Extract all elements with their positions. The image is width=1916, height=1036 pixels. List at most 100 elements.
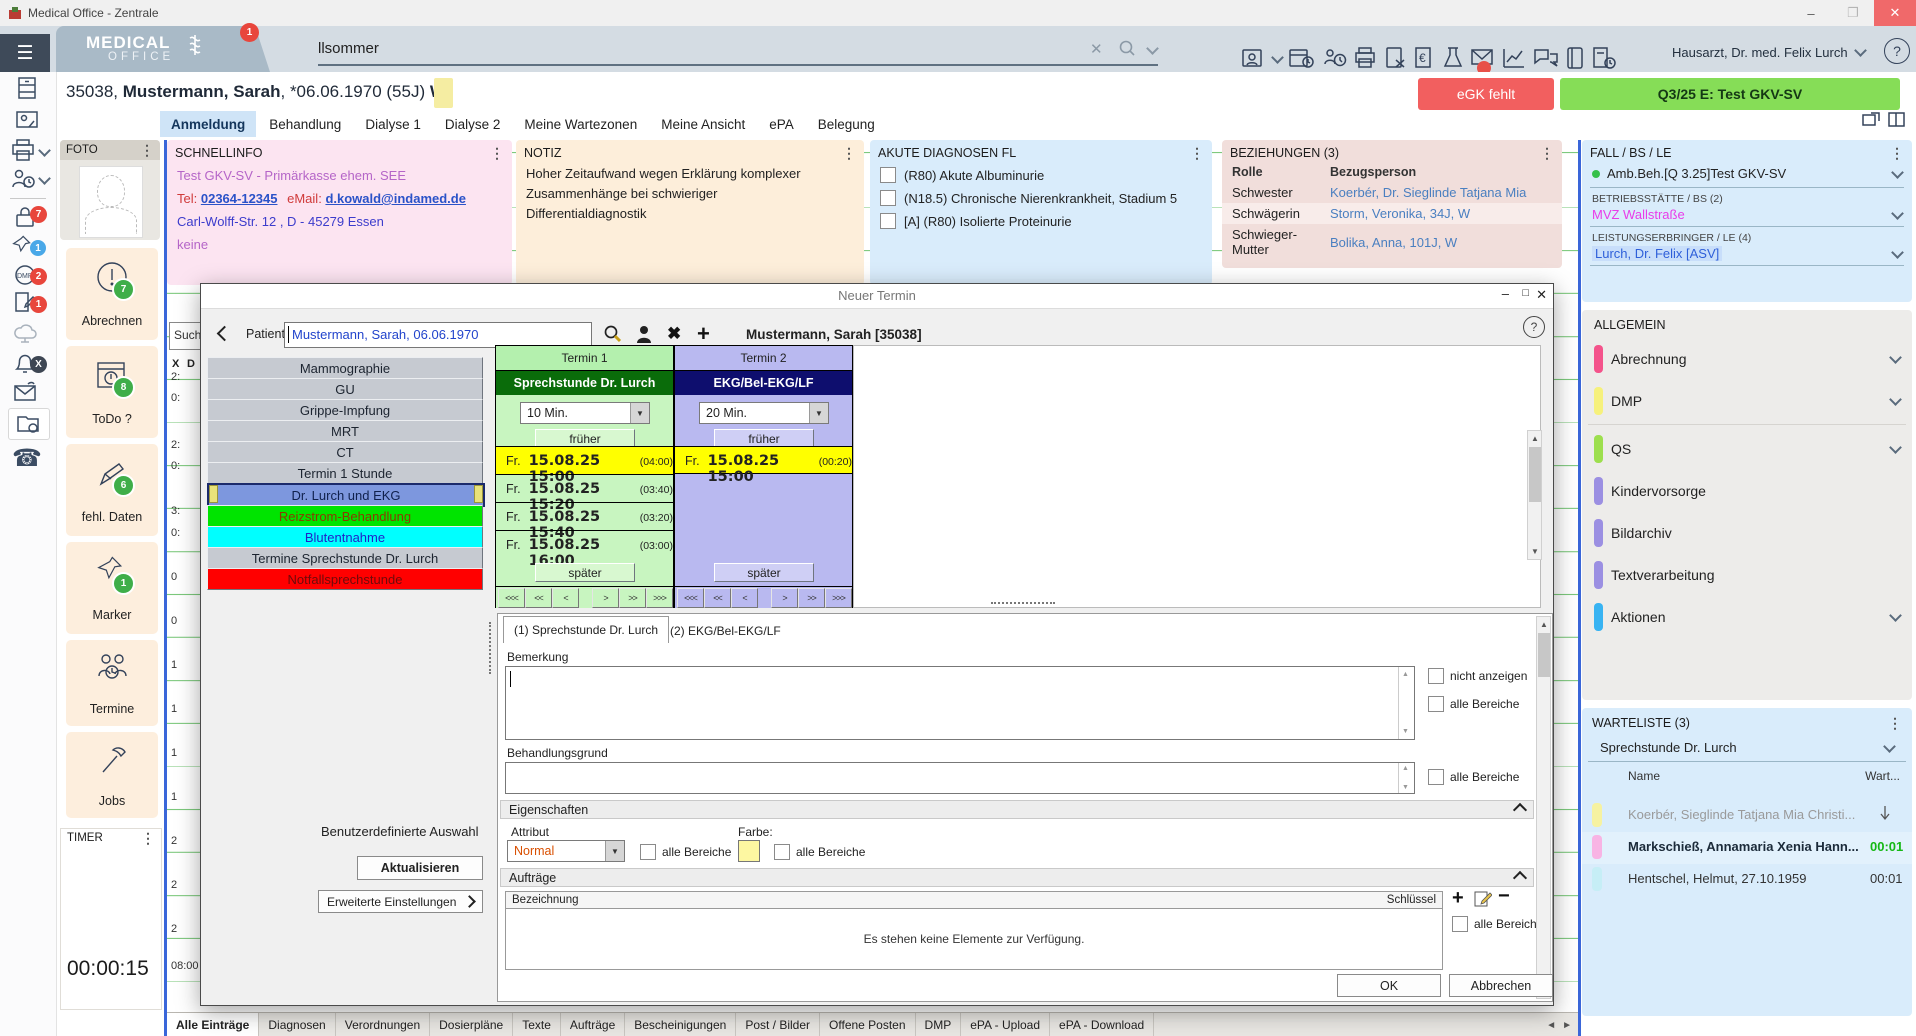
type-grippe-impfung[interactable]: Grippe-Impfung [207, 399, 483, 421]
patient-window-icon[interactable] [1242, 47, 1266, 72]
termin1-slot[interactable]: Fr.15.08.25 15:20(03:40) [496, 474, 673, 502]
dialog-search-icon[interactable] [603, 324, 623, 347]
phone-icon[interactable]: ☎ [12, 444, 38, 473]
cancel-button[interactable]: Abbrechen [1449, 974, 1553, 997]
detail-pane-scrollbar[interactable]: ▲ ▼ [1536, 616, 1551, 999]
termin2-later-button[interactable]: später [714, 563, 814, 582]
bottom-tab-auftraege[interactable]: Aufträge [561, 1013, 625, 1036]
alle-bereiche-option-4[interactable]: alle Bereiche [774, 844, 865, 860]
patient-marker-chip[interactable] [434, 78, 453, 108]
prescription-icon[interactable] [1386, 46, 1408, 73]
alle-bereiche-checkbox[interactable] [1428, 696, 1444, 712]
card-termine[interactable]: Termine [66, 640, 158, 726]
nav-prev[interactable]: < [731, 588, 758, 608]
schedule-doc-icon[interactable] [1593, 46, 1617, 73]
tab-anmeldung[interactable]: Anmeldung [160, 111, 256, 137]
type-reizstrom[interactable]: Reizstrom-Behandlung [207, 505, 483, 527]
warteliste-menu-icon[interactable]: ⋮ [1888, 718, 1902, 728]
auftraege-section-header[interactable]: Aufträge [500, 868, 1534, 887]
bottom-tab-texte[interactable]: Texte [513, 1013, 561, 1036]
egk-status-button[interactable]: eGK fehlt [1418, 78, 1554, 110]
calendar-clock-icon[interactable] [1289, 46, 1315, 73]
detail-tab-1-selected[interactable]: (1) Sprechstunde Dr. Lurch [503, 616, 669, 643]
tab-meine-ansicht[interactable]: Meine Ansicht [650, 117, 756, 132]
minimize-button[interactable]: – [1790, 0, 1832, 26]
tab-belegung[interactable]: Belegung [807, 117, 886, 132]
type-gu[interactable]: GU [207, 378, 483, 400]
nav-last[interactable]: >>> [646, 588, 673, 608]
diagnosis-checkbox[interactable] [880, 190, 896, 206]
tab-behandlung[interactable]: Behandlung [258, 117, 352, 132]
selection-handle-left[interactable] [209, 485, 218, 503]
warteliste-row[interactable]: Markschieß, Annamaria Xenia Hann... 00:0… [1582, 832, 1912, 864]
alle-bereiche-checkbox[interactable] [1452, 916, 1468, 932]
dialog-titlebar[interactable]: Neuer Termin – □ ✕ [201, 284, 1553, 309]
tel-link[interactable]: 02364-12345 [201, 191, 278, 206]
refresh-button[interactable]: Aktualisieren [357, 856, 483, 880]
billing-status-button[interactable]: Q3/25 E: Test GKV-SV [1560, 78, 1900, 110]
statistics-icon[interactable] [1502, 46, 1526, 73]
diagnosis-checkbox[interactable] [880, 213, 896, 229]
patient-window-chevron[interactable] [1271, 51, 1284, 64]
beziehung-row[interactable]: Schwägerin Storm, Veronika, 34J, W [1222, 203, 1562, 224]
dialog-clear-icon[interactable]: ✖ [667, 324, 681, 344]
cloud-icon[interactable] [12, 320, 38, 347]
beziehung-row[interactable]: Schwieger-Mutter Bolika, Anna, 101J, W [1222, 224, 1562, 260]
journal-icon[interactable] [1566, 46, 1586, 73]
tab-dialyse1[interactable]: Dialyse 1 [354, 117, 432, 132]
bottom-tab-verordnungen[interactable]: Verordnungen [336, 1013, 430, 1036]
nicht-anzeigen-checkbox[interactable] [1428, 668, 1444, 684]
allgemein-item-bildarchiv[interactable]: Bildarchiv [1582, 514, 1912, 552]
type-dr-lurch-und-ekg-selected[interactable]: Dr. Lurch und EKG [207, 483, 485, 507]
dialog-person-icon[interactable] [635, 324, 653, 347]
nav-prev-page[interactable]: << [525, 588, 552, 608]
alle-bereiche-checkbox[interactable] [1428, 769, 1444, 785]
slot-area-scrollbar[interactable]: ▲ ▼ [1527, 430, 1542, 560]
termin1-slot-selected[interactable]: Fr.15.08.25 15:00(04:00) [496, 446, 673, 474]
bottom-tab-post-bilder[interactable]: Post / Bilder [736, 1013, 820, 1036]
case-selector[interactable]: Amb.Beh.[Q 3.25]Test GKV-SV [1582, 162, 1912, 185]
alle-bereiche-option-3[interactable]: alle Bereiche [640, 844, 731, 860]
bottom-tabs-scroll-right[interactable]: ► [1560, 1020, 1578, 1031]
dialog-close-icon[interactable]: ✕ [1536, 287, 1547, 303]
alle-bereiche-option-2[interactable]: alle Bereiche [1428, 769, 1519, 785]
patient-photo-placeholder[interactable] [79, 166, 143, 238]
schnellinfo-menu-icon[interactable]: ⋮ [490, 148, 504, 158]
collapse-chevron-icon[interactable] [1513, 870, 1527, 884]
nav-first[interactable]: <<< [498, 588, 525, 608]
splitter-dots[interactable] [991, 602, 1055, 604]
dialog-minimize-icon[interactable]: – [1502, 286, 1509, 301]
bottom-tab-bescheinigungen[interactable]: Bescheinigungen [625, 1013, 736, 1036]
messenger-icon[interactable] [1533, 46, 1559, 73]
fall-menu-icon[interactable]: ⋮ [1890, 148, 1904, 158]
fax-printer-icon[interactable] [1355, 46, 1379, 73]
allgemein-item-dmp[interactable]: DMP [1582, 382, 1912, 420]
bottom-tab-offene-posten[interactable]: Offene Posten [820, 1013, 916, 1036]
tab-dialyse2[interactable]: Dialyse 2 [434, 117, 512, 132]
nav-next[interactable]: > [592, 588, 619, 608]
card-jobs[interactable]: Jobs [66, 732, 158, 818]
alle-bereiche-option-5[interactable]: alle Bereiche [1452, 916, 1543, 932]
input-spinner[interactable]: ▲ ▼ [1398, 763, 1414, 793]
foto-menu-icon[interactable]: ⋮ [140, 145, 154, 155]
card-marker[interactable]: 1 Marker [66, 542, 158, 634]
email-link[interactable]: d.kowald@indamed.de [325, 191, 466, 206]
nav-next-page[interactable]: >> [619, 588, 646, 608]
nav-next-page[interactable]: >> [798, 588, 825, 608]
edit-auftrag-icon[interactable] [1474, 890, 1492, 911]
eigenschaften-section-header[interactable]: Eigenschaften [500, 800, 1534, 819]
alle-bereiche-checkbox[interactable] [640, 844, 656, 860]
termin1-duration-select[interactable]: 10 Min.▼ [520, 402, 650, 424]
custom-selection-toggle[interactable]: Benutzerdefinierte Auswahl [321, 824, 518, 839]
tab-epa[interactable]: ePA [758, 117, 805, 132]
maximize-button[interactable]: ❐ [1832, 0, 1874, 26]
mail-bird-icon[interactable] [12, 380, 38, 409]
tab-meine-wartezonen[interactable]: Meine Wartezonen [513, 117, 648, 132]
search-icon[interactable] [1118, 39, 1136, 60]
printer-icon[interactable] [10, 138, 36, 165]
waiting-time-icon[interactable] [1322, 46, 1348, 73]
dialog-maximize-icon[interactable]: □ [1522, 287, 1529, 299]
farbe-swatch[interactable] [738, 840, 760, 862]
type-blutentnahme[interactable]: Blutentnahme [207, 526, 483, 548]
allgemein-item-kindervorsorge[interactable]: Kindervorsorge [1582, 472, 1912, 510]
